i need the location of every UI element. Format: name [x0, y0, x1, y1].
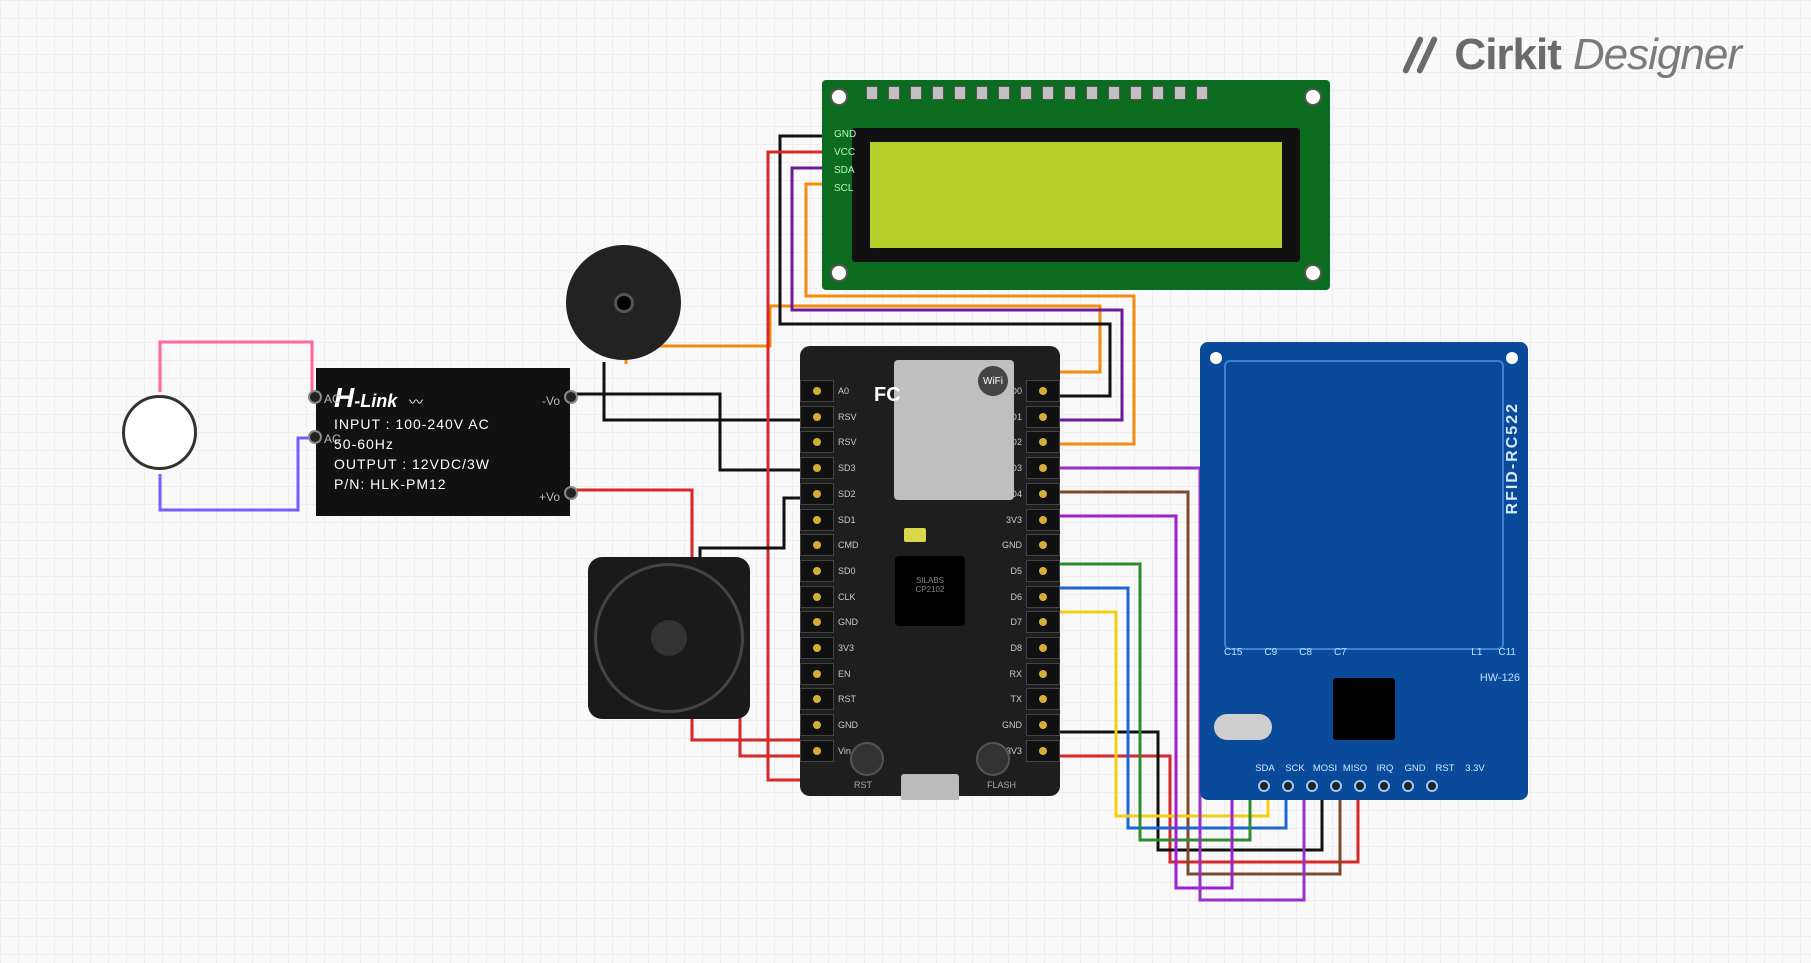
rfid-hole-icon: [1208, 350, 1224, 366]
chip-vendor: SILABS: [916, 576, 944, 585]
hlk-input-spec: INPUT : 100-240V AC: [334, 414, 552, 434]
rfid-header: [1258, 780, 1438, 792]
crystal-oscillator-icon: [1214, 714, 1272, 740]
fan-hub-icon: [651, 620, 687, 656]
lcd-1602-i2c: GND VCC SDA SCL: [822, 80, 1330, 290]
rfid-ind-labels-right: L1C11: [1471, 647, 1516, 658]
lcd-hole-icon: [830, 264, 848, 282]
hlk-pad-ac2: [308, 430, 322, 444]
usb-uart-chip: SILABS CP2102: [895, 556, 965, 626]
chip-partno: CP2102: [916, 585, 945, 594]
rfid-hole-icon: [1504, 350, 1520, 366]
flash-label: FLASH: [987, 780, 1016, 790]
lcd-hole-icon: [1304, 88, 1322, 106]
lcd-glass: [870, 142, 1282, 248]
lcd-pin-gnd: GND: [834, 128, 856, 142]
wifi-badge-icon: WiFi: [978, 366, 1008, 396]
hlk-vplus-label: +Vo: [539, 490, 560, 504]
wire-buzzer-gnd: [604, 362, 800, 420]
lcd-i2c-pin-labels: GND VCC SDA SCL: [834, 128, 856, 196]
wire-12v-gnd: [574, 394, 800, 470]
lcd-pin-scl: SCL: [834, 182, 856, 196]
brand-suffix: Designer: [1573, 30, 1741, 80]
lcd-parallel-pins: [866, 86, 1208, 100]
hlk-freq-spec: 50-60Hz: [334, 434, 552, 454]
hlk-pad-vplus: [564, 486, 578, 500]
lcd-hole-icon: [1304, 264, 1322, 282]
rfid-coil-trace-icon: [1224, 360, 1504, 650]
app-logo: Cirkit Designer: [1402, 30, 1741, 80]
hlk-ac-label-1: AC: [324, 392, 341, 406]
fcc-logo-icon: FC: [874, 384, 901, 407]
hlk-output-spec: OUTPUT : 12VDC/3W: [334, 454, 552, 474]
lcd-pin-vcc: VCC: [834, 146, 856, 160]
dc-fan: [588, 557, 750, 719]
piezo-buzzer: [566, 245, 681, 360]
hlk-pm12-module: AC AC -Vo +Vo H-Link 〰︎ INPUT : 100-240V…: [316, 368, 570, 516]
rfid-hw-rev: HW-126: [1480, 672, 1520, 684]
nodemcu-pins-left-labels: A0RSVRSV SD3SD2SD1 CMDSD0CLK GND3V3EN RS…: [838, 380, 864, 762]
reset-label: RST: [854, 780, 872, 790]
hlk-pad-ac1: [308, 390, 322, 404]
rc522-ic-icon: [1333, 678, 1395, 740]
rfid-pin-labels: SDASCK MOSIMISO IRQGND RST3.3V: [1252, 763, 1488, 774]
micro-usb-port-icon: [901, 774, 959, 800]
rfid-model-label: RFID-RC522: [1504, 402, 1522, 514]
hlk-wave-icon: 〰︎: [409, 394, 423, 410]
esp8266-shield: WiFi: [894, 360, 1014, 500]
ac-source: [122, 395, 197, 470]
hlk-vminus-label: -Vo: [542, 394, 560, 408]
lcd-pin-sda: SDA: [834, 164, 856, 178]
nodemcu-right-header: [1026, 380, 1060, 762]
wire-ac-live: [160, 342, 312, 396]
hlk-part-number: P/N: HLK-PM12: [334, 474, 552, 494]
logo-mark-icon: [1402, 35, 1442, 75]
rfid-cap-labels-left: C15C9 C8C7: [1224, 647, 1347, 658]
nodemcu-esp8266: A0RSVRSV SD3SD2SD1 CMDSD0CLK GND3V3EN RS…: [800, 346, 1060, 796]
hlk-pad-vminus: [564, 390, 578, 404]
wire-fan-gnd: [700, 498, 800, 562]
hlk-ac-label-2: AC: [324, 432, 341, 446]
lcd-hole-icon: [830, 88, 848, 106]
brand-name: Cirkit: [1454, 30, 1560, 80]
hlk-logo-link: -Link: [354, 391, 397, 411]
rfid-rc522-module: RFID-RC522 HW-126 C15C9 C8C7 L1C11 SDASC…: [1200, 342, 1528, 800]
reset-button[interactable]: [850, 742, 884, 776]
flash-button[interactable]: [976, 742, 1010, 776]
nodemcu-left-header: [800, 380, 834, 762]
nodemcu-led-icon: [904, 528, 926, 542]
